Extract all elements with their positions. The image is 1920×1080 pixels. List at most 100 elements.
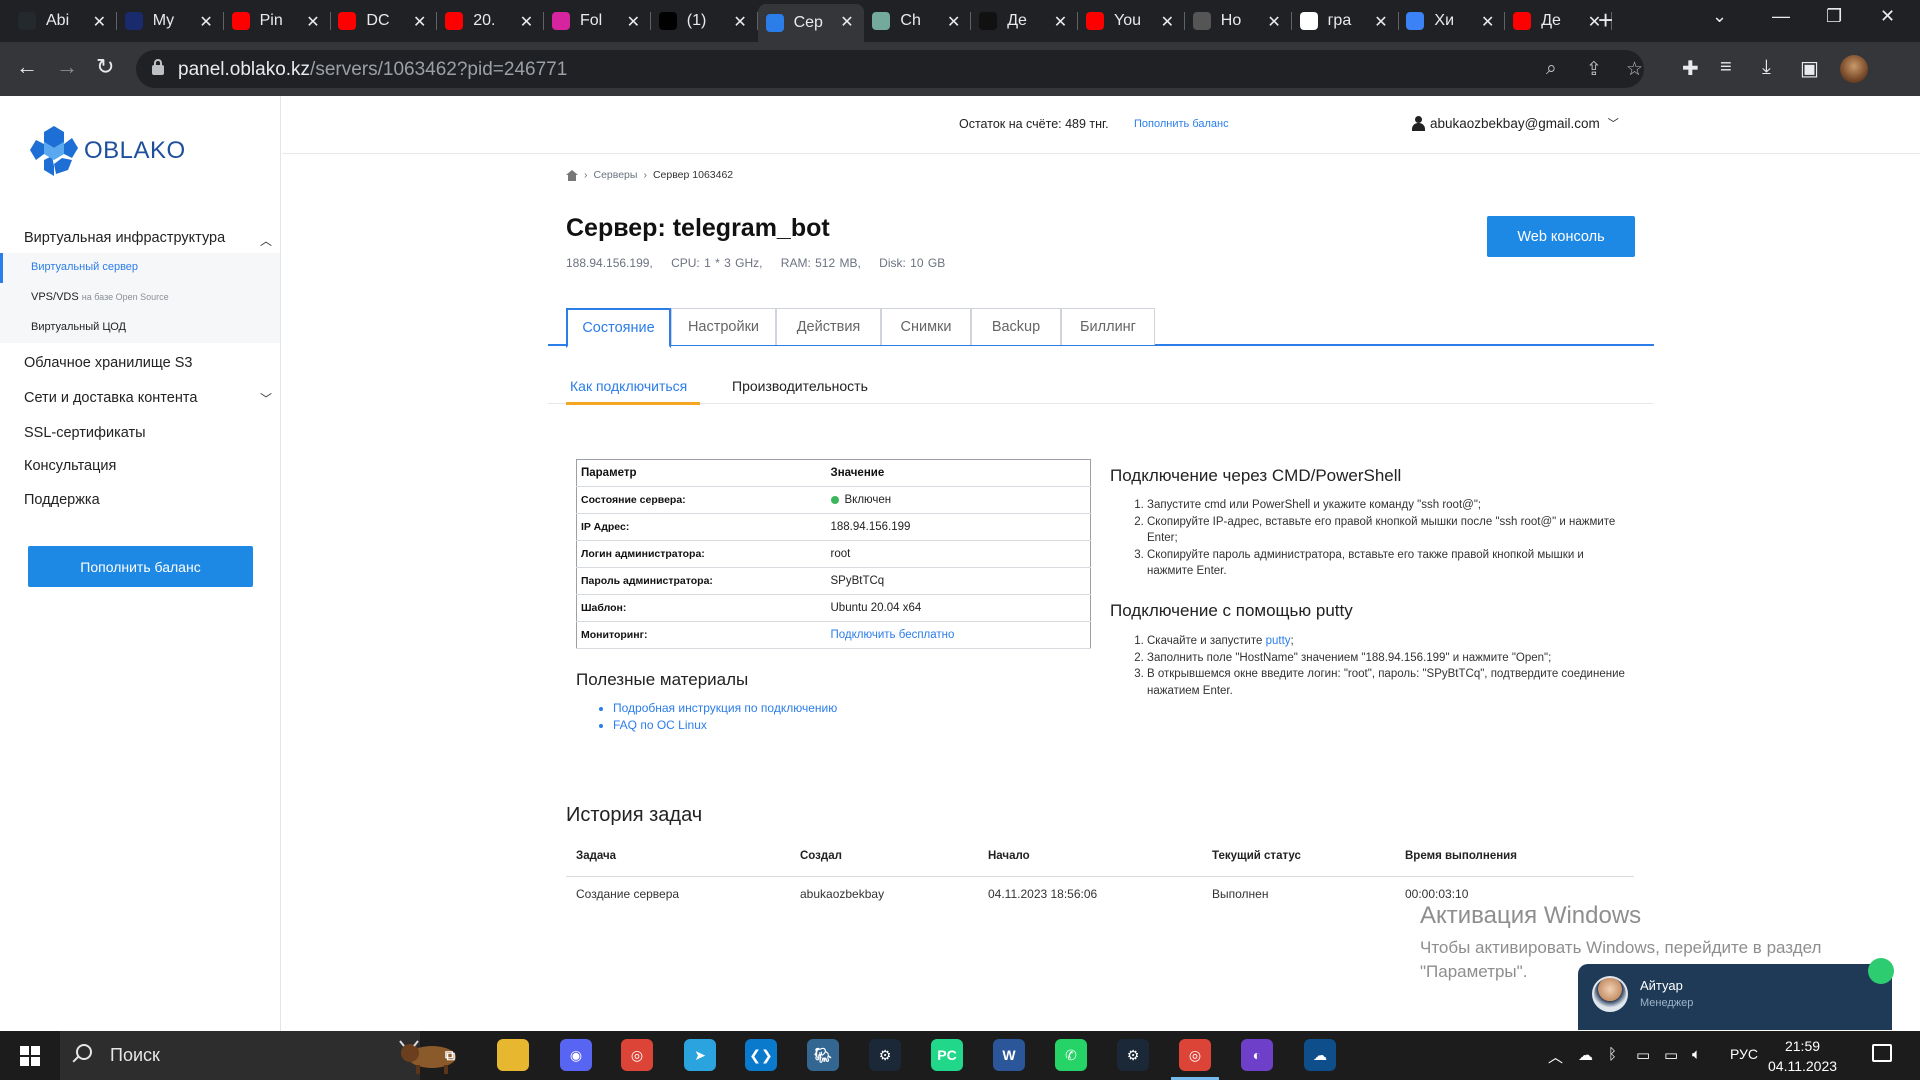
url-text[interactable]: panel.oblako.kz/servers/1063462?pid=2467…	[178, 59, 567, 81]
meet-icon[interactable]: ▭	[1636, 1046, 1650, 1064]
minimize-icon[interactable]: —	[1772, 6, 1790, 27]
windows-start-icon[interactable]	[20, 1046, 40, 1066]
topup-balance-button[interactable]: Пополнить баланс	[28, 546, 253, 587]
profile-avatar[interactable]	[1840, 55, 1868, 83]
close-tab-icon[interactable]: ✕	[306, 12, 319, 32]
browser-tab[interactable]: DC ✕	[330, 4, 438, 38]
support-chat-widget[interactable]: Айтуар Менеджер	[1578, 958, 1894, 1030]
steam-icon[interactable]: ⚙	[869, 1039, 901, 1071]
monitoring-connect-link[interactable]: Подключить бесплатно	[831, 629, 955, 641]
submenu-item-vps-vds[interactable]: VPS/VDS на базе Open Source	[31, 291, 169, 303]
close-tab-icon[interactable]: ✕	[1267, 12, 1280, 32]
close-tab-icon[interactable]: ✕	[1054, 12, 1067, 32]
menu-networks-cdn[interactable]: Сети и доставка контента ﹀	[24, 390, 280, 406]
web-console-button[interactable]: Web консоль	[1487, 216, 1635, 257]
browser-tab[interactable]: 20. ✕	[437, 4, 545, 38]
restore-icon[interactable]: ❐	[1826, 6, 1842, 27]
menu-ssl[interactable]: SSL-сертификаты	[24, 425, 146, 441]
cloud-icon[interactable]: ☁	[1304, 1039, 1336, 1071]
menu-consultation[interactable]: Консультация	[24, 458, 116, 474]
close-tab-icon[interactable]: ✕	[1374, 12, 1387, 32]
tab-snapshots[interactable]: Снимки	[881, 308, 971, 345]
whatsapp-icon[interactable]: ✆	[1055, 1039, 1087, 1071]
close-tab-icon[interactable]: ✕	[199, 12, 212, 32]
vscode-icon[interactable]: ❮❯	[745, 1039, 777, 1071]
media-queue-icon[interactable]: ≡	[1720, 56, 1732, 79]
bookmark-star-icon[interactable]: ☆	[1626, 58, 1643, 81]
materials-link-faq[interactable]: FAQ по ОС Linux	[613, 718, 837, 735]
chrome-icon[interactable]: ◎	[621, 1039, 653, 1071]
submenu-item-virtual-dc[interactable]: Виртуальный ЦОД	[31, 321, 126, 333]
telegram-icon[interactable]: ➤	[684, 1039, 716, 1071]
tab-search-chevron-icon[interactable]: ⌄	[1712, 6, 1727, 27]
back-icon[interactable]: ←	[16, 54, 38, 80]
menu-virtual-infrastructure[interactable]: Виртуальная инфраструктура ︿	[24, 230, 280, 249]
browser-tab[interactable]: Fol ✕	[544, 4, 651, 38]
close-window-icon[interactable]: ✕	[1880, 6, 1895, 27]
browser-tab[interactable]: Но ✕	[1185, 4, 1292, 38]
task-view-icon[interactable]: ⧉	[434, 1039, 466, 1071]
github-desktop-icon[interactable]: ◐	[1241, 1039, 1273, 1071]
side-panel-icon[interactable]: ▣	[1800, 56, 1819, 81]
menu-s3-storage[interactable]: Облачное хранилище S3	[24, 355, 193, 371]
tray-cloud-icon[interactable]: ☁	[1578, 1046, 1593, 1064]
zoom-icon[interactable]: ⌕	[1546, 58, 1557, 80]
submenu-item-virtual-server[interactable]: Виртуальный сервер	[31, 261, 138, 273]
browser-tab[interactable]: (1) ✕	[651, 4, 758, 38]
close-tab-icon[interactable]: ✕	[413, 12, 426, 32]
close-tab-icon[interactable]: ✕	[93, 12, 106, 32]
taskbar-search[interactable]: Поиск	[60, 1031, 456, 1080]
close-tab-icon[interactable]: ✕	[733, 12, 746, 32]
steam-icon[interactable]: ⚙	[1117, 1039, 1149, 1071]
extensions-puzzle-icon[interactable]: ✚	[1682, 56, 1699, 81]
browser-tab[interactable]: гра ✕	[1292, 4, 1399, 38]
discord-icon[interactable]: ◉	[560, 1039, 592, 1071]
download-icon[interactable]: ⤓	[1762, 56, 1771, 79]
close-tab-icon[interactable]: ✕	[947, 12, 960, 32]
tab-status[interactable]: Состояние	[566, 308, 671, 348]
share-icon[interactable]: ⇪	[1586, 58, 1602, 81]
close-tab-icon[interactable]: ✕	[520, 12, 533, 32]
browser-tab[interactable]: Ch ✕	[864, 4, 972, 38]
tray-chevron-up-icon[interactable]: ︿	[1548, 1046, 1563, 1067]
chrome-icon[interactable]: ◎	[1179, 1039, 1211, 1071]
reload-icon[interactable]: ↻	[96, 54, 114, 80]
chevron-down-icon[interactable]: ﹀	[260, 390, 272, 407]
browser-tab[interactable]: Де ✕	[1505, 4, 1613, 38]
word-icon[interactable]: W	[993, 1039, 1025, 1071]
file-explorer-icon[interactable]	[497, 1039, 529, 1071]
address-bar[interactable]: panel.oblako.kz/servers/1063462?pid=2467…	[136, 50, 1644, 88]
close-tab-icon[interactable]: ✕	[840, 12, 853, 32]
volume-icon[interactable]: 🔈︎	[1692, 1046, 1701, 1063]
pycharm-icon[interactable]: PC	[931, 1039, 963, 1071]
browser-tab[interactable]: Abi ✕	[10, 4, 117, 38]
menu-support[interactable]: Поддержка	[24, 492, 100, 508]
language-indicator[interactable]: РУС	[1730, 1046, 1758, 1062]
home-icon[interactable]	[566, 169, 578, 181]
topup-balance-link[interactable]: Пополнить баланс	[1134, 118, 1229, 130]
browser-tab[interactable]: Сер ✕	[757, 4, 864, 42]
browser-tab[interactable]: Де ✕	[971, 4, 1079, 38]
bluetooth-icon[interactable]: ᛒ	[1608, 1046, 1617, 1063]
browser-tab[interactable]: My ✕	[117, 4, 224, 38]
browser-tab[interactable]: Хи ✕	[1398, 4, 1506, 38]
new-tab-button[interactable]: +	[1598, 7, 1613, 33]
subtab-how-to-connect[interactable]: Как подключиться	[570, 378, 687, 394]
clock[interactable]: 21:59 04.11.2023	[1768, 1036, 1837, 1076]
putty-link[interactable]: putty	[1266, 635, 1291, 647]
tab-settings[interactable]: Настройки	[671, 308, 776, 345]
tab-actions[interactable]: Действия	[776, 308, 881, 345]
subtab-performance[interactable]: Производительность	[732, 378, 868, 394]
close-tab-icon[interactable]: ✕	[1481, 12, 1494, 32]
tab-backup[interactable]: Backup	[971, 308, 1061, 345]
lock-icon[interactable]	[152, 59, 164, 75]
close-tab-icon[interactable]: ✕	[627, 12, 640, 32]
close-tab-icon[interactable]: ✕	[1161, 12, 1174, 32]
chevron-up-icon[interactable]: ︿	[260, 232, 272, 249]
breadcrumb-servers[interactable]: Серверы	[594, 169, 638, 181]
user-menu[interactable]: abukaozbekbay@gmail.com ﹀	[1412, 115, 1619, 131]
battery-icon[interactable]: ▭	[1664, 1046, 1678, 1064]
tab-billing[interactable]: Биллинг	[1061, 308, 1155, 345]
oblako-logo[interactable]: OBLAKO	[28, 124, 186, 178]
postgres-icon[interactable]: 🐘︎	[807, 1039, 839, 1071]
